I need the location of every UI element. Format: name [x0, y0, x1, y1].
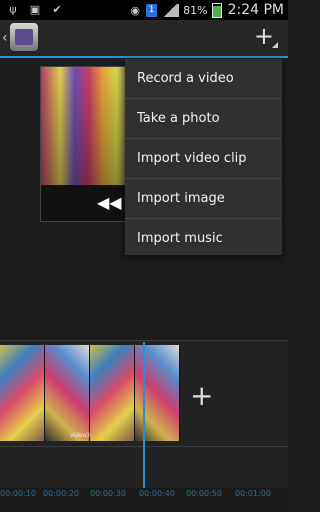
- ruler-tick: 00:00:10: [0, 489, 36, 498]
- add-clip-button[interactable]: +: [190, 382, 213, 410]
- clip-watermark: video3: [70, 432, 91, 439]
- notification-icons: ψ ▣ ✔: [6, 2, 64, 16]
- battery-icon: [211, 2, 222, 18]
- playhead[interactable]: [143, 342, 145, 488]
- menu-item-record-video[interactable]: Record a video: [125, 59, 282, 99]
- clock: 2:24 PM: [227, 2, 284, 18]
- system-icons: ◉ 1 81% 2:24 PM: [128, 2, 284, 18]
- ruler-tick: 00:00:50: [186, 489, 222, 498]
- preview-controls: ◀◀: [41, 185, 129, 221]
- menu-item-import-music[interactable]: Import music: [125, 219, 282, 258]
- app-logo[interactable]: [10, 23, 38, 51]
- usb-icon: ψ: [9, 2, 17, 16]
- add-media-menu: Record a video Take a photo Import video…: [125, 59, 282, 255]
- check-icon: ✔: [52, 2, 62, 16]
- ruler-tick: 00:00:20: [43, 489, 79, 498]
- clip-thumbnail: [90, 345, 135, 441]
- video-preview[interactable]: ◀◀: [40, 66, 130, 222]
- add-media-button[interactable]: +: [254, 24, 274, 48]
- back-icon[interactable]: ‹: [2, 30, 8, 46]
- video-clip[interactable]: [0, 345, 180, 441]
- clip-thumbnail: [135, 345, 180, 441]
- ruler-tick: 00:00:40: [139, 489, 175, 498]
- dropdown-indicator-icon: [272, 42, 278, 48]
- time-ruler[interactable]: 00:00:10 00:00:20 00:00:30 00:00:40 00:0…: [0, 488, 288, 512]
- preview-frame-image: [41, 67, 129, 185]
- status-bar: ψ ▣ ✔ ◉ 1 81% 2:24 PM: [0, 0, 288, 20]
- clip-thumbnail: [45, 345, 90, 441]
- eye-icon: ◉: [130, 3, 140, 17]
- ruler-tick: 00:01:00: [235, 489, 271, 498]
- menu-item-import-image[interactable]: Import image: [125, 179, 282, 219]
- action-bar: ‹ +: [0, 20, 288, 58]
- signal-icon: [161, 3, 180, 17]
- battery-percent: 81%: [183, 3, 208, 17]
- image-icon: ▣: [29, 2, 41, 16]
- ruler-tick: 00:00:30: [90, 489, 126, 498]
- clip-thumbnail: [0, 345, 45, 441]
- menu-item-take-photo[interactable]: Take a photo: [125, 99, 282, 139]
- timeline-divider: [0, 340, 288, 341]
- sim-badge: 1: [146, 3, 158, 17]
- menu-item-import-video-clip[interactable]: Import video clip: [125, 139, 282, 179]
- rewind-icon[interactable]: ◀◀: [97, 193, 122, 212]
